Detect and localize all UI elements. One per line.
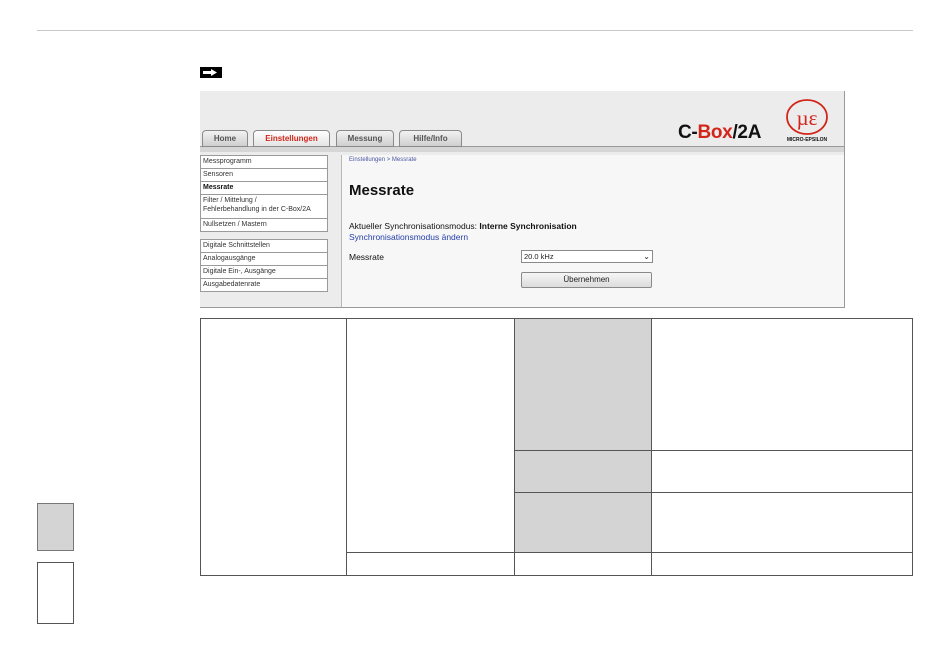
margin-box-white — [37, 562, 74, 624]
sidebar: Messprogramm Sensoren Messrate Filter / … — [200, 155, 328, 292]
top-rule — [37, 30, 913, 31]
tab-messung[interactable]: Messung — [336, 130, 394, 147]
tab-einstellungen[interactable]: Einstellungen — [253, 130, 330, 147]
sidebar-item-messprogramm[interactable]: Messprogramm — [200, 155, 328, 169]
sidebar-item-digitale-ein-ausgaenge[interactable]: Digitale Ein-, Ausgänge — [200, 266, 328, 279]
svg-text:µɛ: µɛ — [797, 106, 818, 130]
breadcrumb[interactable]: Einstellungen > Messrate — [349, 157, 417, 163]
sidebar-item-filter[interactable]: Filter / Mittelung / Fehlerbehandlung in… — [200, 195, 328, 219]
table — [200, 318, 913, 576]
apply-button[interactable]: Übernehmen — [521, 272, 652, 288]
sidebar-item-nullsetzen[interactable]: Nullsetzen / Mastern — [200, 219, 328, 232]
content-panel: Einstellungen > Messrate Messrate Aktuel… — [341, 155, 844, 307]
table-grey-column — [514, 319, 651, 553]
chevron-down-icon: ⌄ — [643, 252, 650, 261]
sidebar-item-analogausgaenge[interactable]: Analogausgänge — [200, 253, 328, 266]
change-sync-link[interactable]: Synchronisationsmodus ändern — [349, 232, 468, 242]
sidebar-item-sensoren[interactable]: Sensoren — [200, 169, 328, 182]
margin-box-grey — [37, 503, 74, 551]
sidebar-item-messrate[interactable]: Messrate — [200, 182, 328, 195]
tab-hilfe-info[interactable]: Hilfe/Info — [399, 130, 462, 147]
product-name: C-Box/2A — [678, 122, 762, 143]
sidebar-item-ausgabedatenrate[interactable]: Ausgabedatenrate — [200, 279, 328, 292]
logo-text: MICRO-EPSILON — [786, 137, 828, 143]
page-title: Messrate — [349, 182, 415, 199]
arrow-right-icon — [200, 67, 222, 78]
sidebar-item-digitale-schnittstellen[interactable]: Digitale Schnittstellen — [200, 239, 328, 253]
rate-select[interactable]: 20.0 kHz ⌄ — [521, 250, 653, 263]
sync-status: Aktueller Synchronisationsmodus: Interne… — [349, 221, 577, 231]
rate-label: Messrate — [349, 252, 384, 262]
tab-home[interactable]: Home — [202, 130, 248, 147]
web-ui-screenshot: Home Einstellungen Messung Hilfe/Info C-… — [200, 91, 845, 308]
